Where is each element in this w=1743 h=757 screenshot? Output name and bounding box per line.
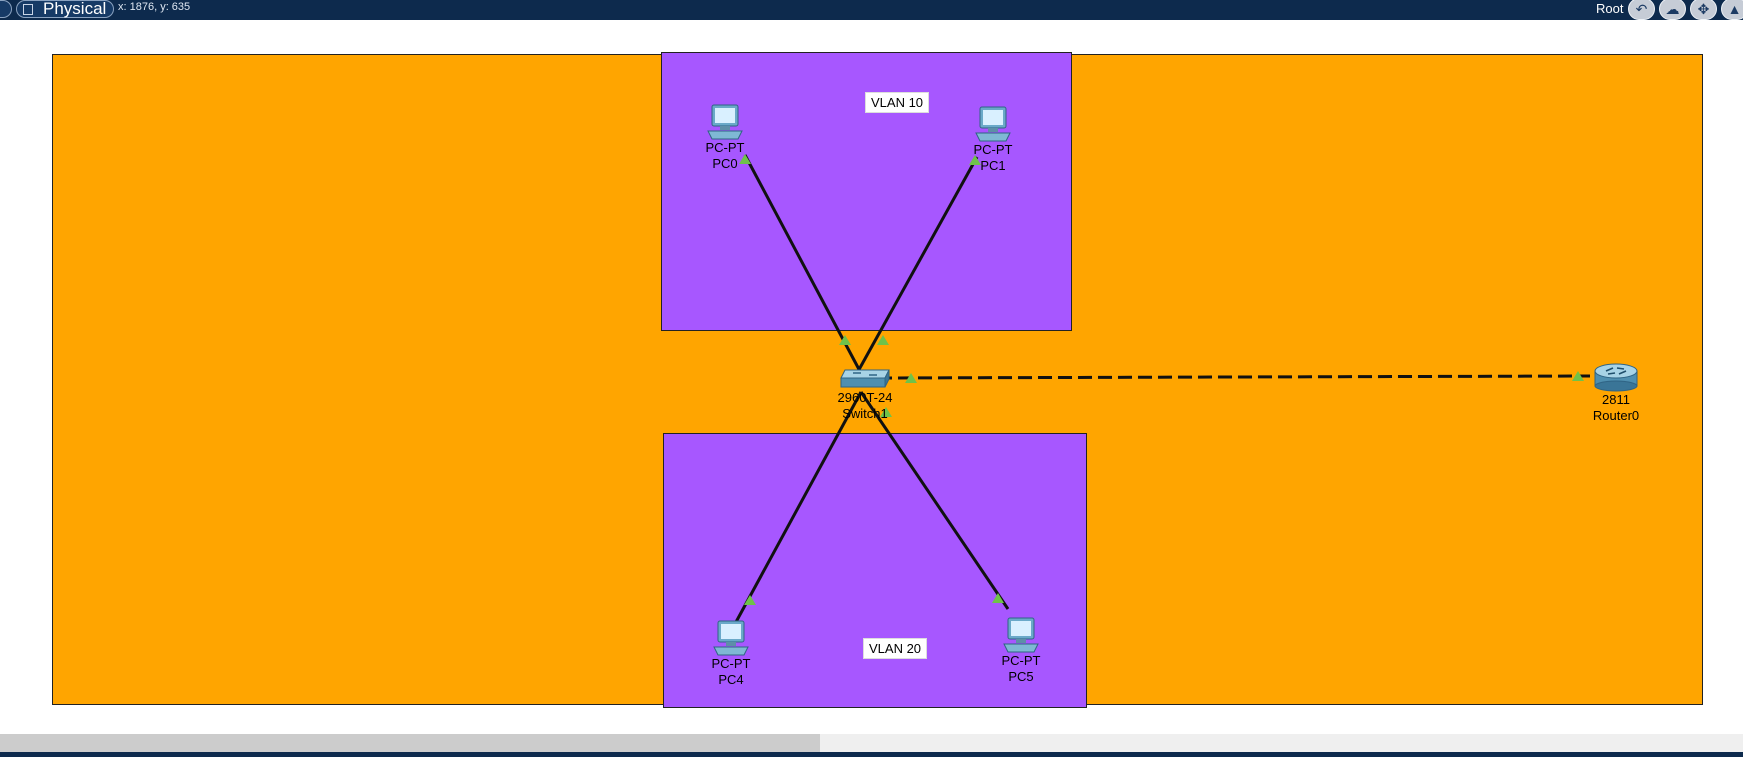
device-name: Router0 bbox=[1592, 408, 1640, 423]
vlan20-label[interactable]: VLAN 20 bbox=[863, 638, 928, 659]
device-pc0[interactable]: PC-PT PC0 bbox=[690, 104, 760, 172]
vlan10-label[interactable]: VLAN 10 bbox=[865, 92, 930, 113]
device-pc4[interactable]: PC-PT PC4 bbox=[696, 620, 766, 688]
scrollbar-thumb[interactable] bbox=[0, 734, 820, 754]
device-model: 2960T-24 bbox=[837, 390, 893, 405]
router-icon bbox=[1594, 363, 1638, 392]
pc-icon bbox=[1003, 617, 1039, 653]
pc-icon bbox=[975, 106, 1011, 142]
bottom-toolbar-edge bbox=[0, 752, 1743, 757]
device-pc5[interactable]: PC-PT PC5 bbox=[986, 617, 1056, 685]
device-pc1[interactable]: PC-PT PC1 bbox=[958, 106, 1028, 174]
device-model: PC-PT bbox=[1001, 653, 1041, 668]
device-model: PC-PT bbox=[973, 142, 1013, 157]
link-light-pc4 bbox=[744, 595, 756, 605]
pc-icon bbox=[713, 620, 749, 656]
device-name: PC5 bbox=[1008, 669, 1034, 684]
device-name: Switch1 bbox=[842, 406, 888, 421]
device-switch1[interactable]: 2960T-24 Switch1 bbox=[830, 366, 900, 422]
horizontal-scrollbar[interactable] bbox=[0, 734, 1743, 754]
pc-icon bbox=[707, 104, 743, 140]
cable-pc4-switch1[interactable] bbox=[734, 391, 863, 623]
device-name: PC1 bbox=[980, 158, 1006, 173]
device-name: PC0 bbox=[712, 156, 738, 171]
cable-pc1-switch1[interactable] bbox=[854, 156, 979, 376]
cable-switch1-router0[interactable] bbox=[877, 374, 1591, 380]
device-model: 2811 bbox=[1602, 392, 1630, 407]
device-model: PC-PT bbox=[711, 656, 751, 671]
device-model: PC-PT bbox=[705, 140, 745, 155]
device-name: PC4 bbox=[718, 672, 744, 687]
switch-icon bbox=[840, 369, 890, 388]
device-router0[interactable]: 2811 Router0 bbox=[1581, 362, 1651, 424]
cable-pc5-switch1[interactable] bbox=[859, 391, 1010, 610]
